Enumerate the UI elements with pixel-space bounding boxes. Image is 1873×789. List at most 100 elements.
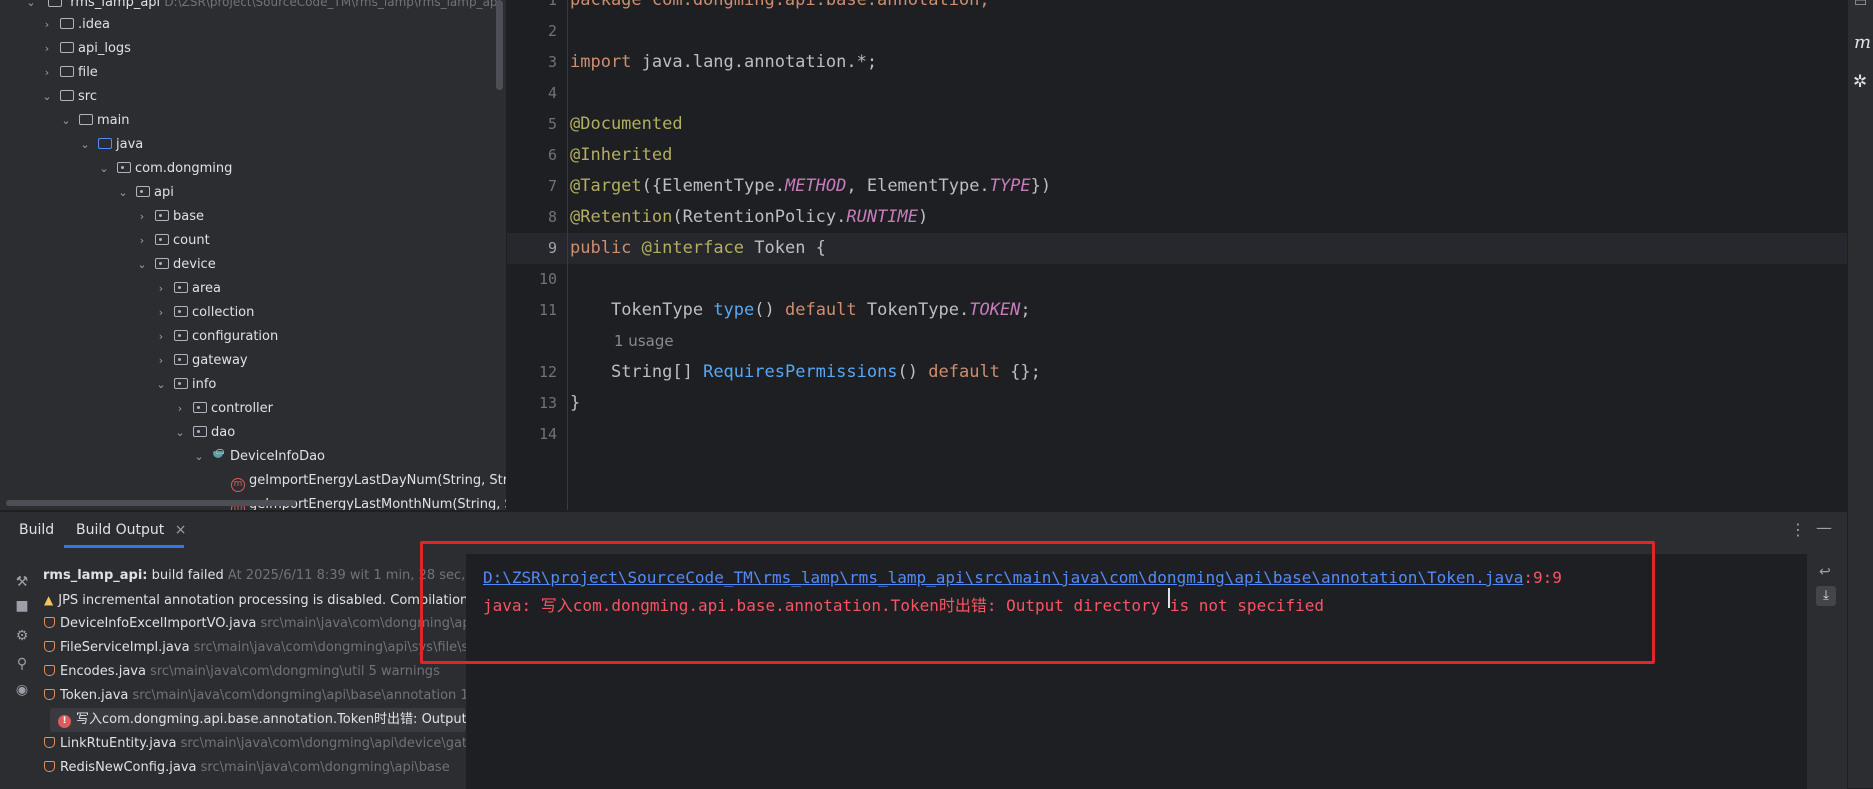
settings-icon[interactable]: ⚙	[12, 626, 32, 646]
tree-item-info[interactable]: ⌄ info	[154, 373, 216, 397]
ai-assistant-icon[interactable]: m	[1854, 32, 1871, 53]
eye-icon[interactable]: ◉	[12, 680, 32, 700]
code-token: , ElementType.	[846, 176, 990, 196]
highlight-annotation-box	[420, 541, 1655, 664]
package-icon	[155, 210, 169, 221]
code-token: import	[570, 52, 632, 72]
close-icon[interactable]: ×	[175, 522, 187, 538]
tree-item-main[interactable]: ⌄ main	[59, 109, 129, 133]
code-token: Token {	[744, 238, 826, 258]
chevron-right-icon[interactable]: ›	[40, 61, 54, 85]
build-file-row[interactable]: LinkRtuEntity.java src\main\java\com\don…	[38, 732, 466, 756]
code-line: String[] RequiresPermissions() default {…	[570, 357, 1041, 388]
tree-item-count[interactable]: › count	[135, 229, 210, 253]
build-project-name: rms_lamp_api:	[43, 568, 148, 583]
build-file-row[interactable]: RedisNewConfig.java src\main\java\com\do…	[38, 756, 450, 780]
hammer-icon[interactable]: ⚒	[12, 572, 32, 592]
java-file-icon	[44, 617, 55, 628]
error-icon: !	[58, 715, 71, 728]
build-file-row[interactable]: Token.java src\main\java\com\dongming\ap…	[38, 684, 466, 708]
active-tab-indicator	[64, 545, 184, 548]
chevron-right-icon[interactable]: ›	[173, 397, 187, 421]
tree-item-configuration[interactable]: › configuration	[154, 325, 278, 349]
notifications-icon[interactable]: ▭	[1854, 0, 1867, 10]
chevron-right-icon[interactable]: ›	[154, 301, 168, 325]
chevron-right-icon[interactable]: ›	[154, 325, 168, 349]
tree-item-base[interactable]: › base	[135, 205, 204, 229]
build-status-row[interactable]: rms_lamp_api: build failed At 2025/6/11 …	[43, 564, 466, 588]
build-error-row[interactable]: ! 写入com.dongming.api.base.annotation.Toke…	[52, 708, 466, 732]
soft-wrap-icon[interactable]: ↩	[1819, 564, 1831, 580]
chevron-down-icon[interactable]: ⌄	[24, 0, 38, 15]
chevron-right-icon[interactable]: ›	[135, 229, 149, 253]
build-results-tree: rms_lamp_api: build failed At 2025/6/11 …	[38, 554, 466, 789]
code-token: public	[570, 238, 632, 258]
chevron-down-icon[interactable]: ⌄	[135, 253, 149, 277]
more-options-icon[interactable]: ⋮	[1790, 520, 1806, 539]
tab-build-output[interactable]: Build Output ×	[76, 512, 186, 548]
tree-vertical-scrollbar[interactable]	[496, 0, 503, 90]
chevron-right-icon[interactable]: ›	[135, 205, 149, 229]
package-icon	[136, 186, 150, 197]
chevron-down-icon[interactable]: ⌄	[78, 133, 92, 157]
tree-item-gateway[interactable]: › gateway	[154, 349, 248, 373]
build-item-label: RedisNewConfig.java	[60, 760, 197, 775]
stop-icon[interactable]: ■	[12, 596, 32, 616]
package-icon	[174, 330, 188, 341]
chevron-down-icon[interactable]: ⌄	[192, 445, 206, 469]
chevron-down-icon[interactable]: ⌄	[40, 85, 54, 109]
chevron-down-icon[interactable]: ⌄	[154, 373, 168, 397]
code-token: @Target	[570, 176, 642, 196]
code-token: @Retention	[570, 207, 673, 227]
tree-root[interactable]: ⌄ rms_lamp_api D:\ZSR\project\SourceCode…	[24, 0, 501, 14]
tab-label: Build	[19, 522, 55, 538]
usage-inlay-hint[interactable]: 1 usage	[614, 326, 674, 357]
chevron-right-icon[interactable]: ›	[40, 37, 54, 61]
folder-icon	[60, 66, 74, 77]
tree-item-src[interactable]: ⌄ src	[40, 85, 97, 109]
tree-item-file[interactable]: › file	[40, 61, 98, 85]
chevron-right-icon[interactable]: ›	[154, 277, 168, 301]
tree-item-java[interactable]: ⌄ java	[78, 133, 143, 157]
code-line: import java.lang.annotation.*;	[570, 47, 877, 78]
chevron-down-icon[interactable]: ⌄	[116, 181, 130, 205]
code-token: )	[918, 207, 929, 227]
chevron-right-icon[interactable]: ›	[154, 349, 168, 373]
pin-icon[interactable]: ⚲	[12, 654, 32, 674]
chevron-down-icon[interactable]: ⌄	[59, 109, 73, 133]
chevron-right-icon[interactable]: ›	[40, 13, 54, 37]
tree-item-api[interactable]: ⌄ api	[116, 181, 173, 205]
build-warning-row[interactable]: ▲ JPS incremental annotation processing i…	[38, 588, 466, 612]
tree-item-idea[interactable]: › .idea	[40, 13, 110, 37]
tree-item-device[interactable]: ⌄ device	[135, 253, 215, 277]
package-icon	[174, 354, 188, 365]
tree-item-dao[interactable]: ⌄ dao	[173, 421, 235, 445]
folder-icon	[79, 114, 93, 125]
tree-item-collection[interactable]: › collection	[154, 301, 255, 325]
tree-item-area[interactable]: › area	[154, 277, 221, 301]
tree-item-api-logs[interactable]: › api_logs	[40, 37, 131, 61]
tree-item-deviceinfodao[interactable]: ⌄ DeviceInfoDao	[192, 445, 325, 469]
tree-item-com-dongming[interactable]: ⌄ com.dongming	[97, 157, 232, 181]
chevron-down-icon[interactable]: ⌄	[173, 421, 187, 445]
tree-item-label: configuration	[192, 329, 279, 344]
chevron-down-icon[interactable]: ⌄	[97, 157, 111, 181]
build-file-row[interactable]: FileServiceImpl.java src\main\java\com\d…	[38, 636, 466, 660]
package-icon	[193, 402, 207, 413]
tree-horizontal-scrollbar[interactable]	[6, 500, 296, 506]
scroll-to-end-icon[interactable]: ⤓	[1816, 586, 1836, 606]
tree-item-method[interactable]: m geImportEnergyLastDayNum(String, Strin	[225, 469, 506, 493]
tree-item-label: dao	[211, 425, 236, 440]
gutter-separator	[567, 0, 568, 510]
minimize-icon[interactable]: —	[1816, 518, 1832, 537]
tab-build[interactable]: Build	[19, 512, 54, 548]
chatgpt-icon[interactable]: ✲	[1853, 72, 1867, 92]
package-icon	[174, 378, 188, 389]
build-file-row[interactable]: DeviceInfoExcelImportVO.java src\main\ja…	[38, 612, 466, 636]
code-editor[interactable]: 1 2 3 4 5 6 7 8 9 10 11 12 13 14 package…	[507, 0, 1847, 510]
tree-item-controller[interactable]: › controller	[173, 397, 273, 421]
tab-label: Build Output	[76, 522, 165, 538]
build-file-row[interactable]: Encodes.java src\main\java\com\dongming\…	[38, 660, 440, 684]
java-file-icon	[44, 761, 55, 772]
code-token: @Inherited	[570, 145, 673, 165]
